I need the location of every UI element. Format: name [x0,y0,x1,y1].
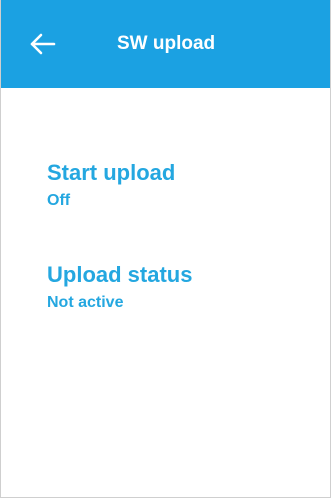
start-upload-item[interactable]: Start upload Off [47,160,175,210]
upload-status-item[interactable]: Upload status Not active [47,262,192,312]
sw-upload-screen: SW upload Start upload Off Upload status… [0,0,331,498]
upload-status-value: Not active [47,294,124,311]
page-title: SW upload [117,33,216,54]
back-button[interactable] [29,32,57,56]
start-upload-value: Off [47,192,71,209]
header-bar: SW upload [1,0,330,88]
start-upload-label: Start upload [47,160,176,185]
upload-status-label: Upload status [47,262,193,287]
arrow-left-icon [30,33,56,55]
settings-list: Start upload Off Upload status Not activ… [1,88,330,497]
